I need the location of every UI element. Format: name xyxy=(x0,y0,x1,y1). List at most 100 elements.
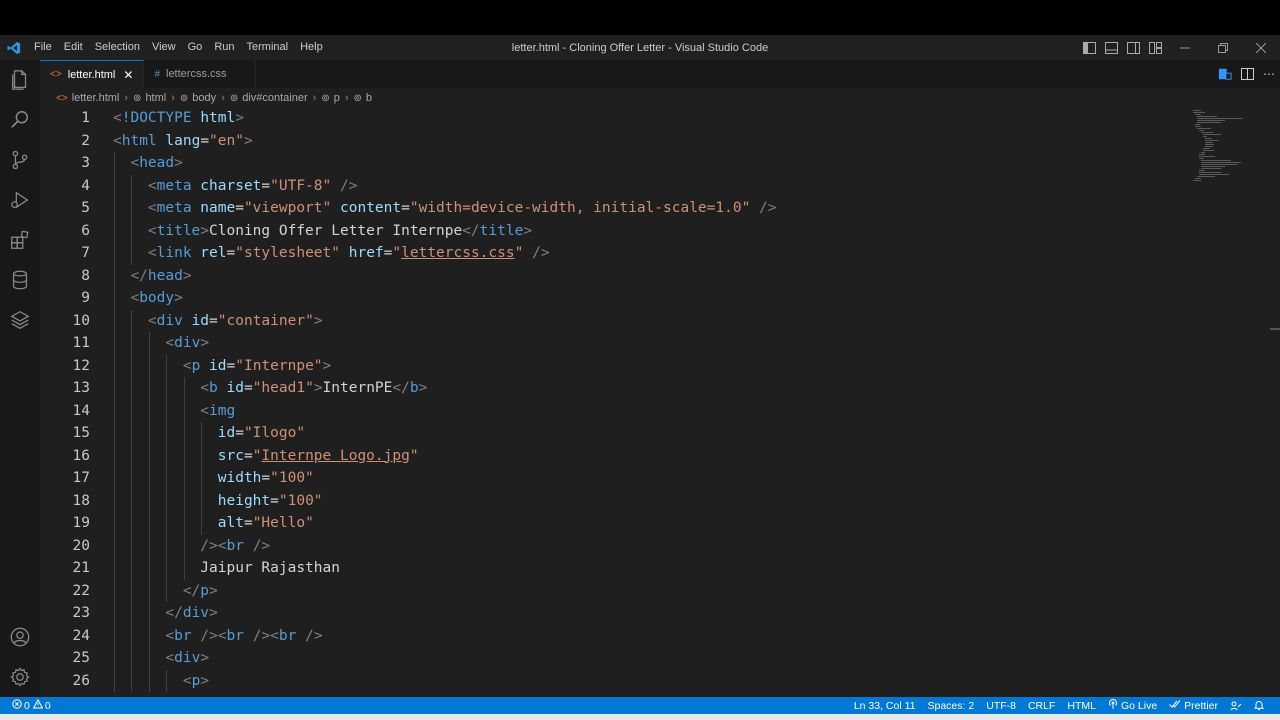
code-line[interactable]: 1 <!DOCTYPE html> xyxy=(40,108,1190,130)
more-actions-icon[interactable]: ⋯ xyxy=(1258,67,1280,81)
run-debug-icon[interactable] xyxy=(0,180,40,220)
problems-indicator[interactable]: 0 0 xyxy=(0,698,51,712)
indent-guide xyxy=(114,399,115,422)
indentation[interactable]: Spaces: 2 xyxy=(922,700,981,712)
code-line[interactable]: 10 <div id="container"> xyxy=(40,309,1190,332)
minimize-icon[interactable] xyxy=(1166,35,1204,60)
settings-gear-icon[interactable] xyxy=(0,657,40,697)
feedback-icon[interactable] xyxy=(1224,701,1248,711)
indent-guide xyxy=(148,624,150,647)
indent-guide xyxy=(114,489,115,512)
code-line[interactable]: 6 <title>Cloning Offer Letter Internpe</t… xyxy=(40,219,1190,242)
tab-lettercss-css[interactable]: # lettercss.css xyxy=(144,60,256,88)
go-live-button[interactable]: Go Live xyxy=(1102,699,1163,712)
menu-edit[interactable]: Edit xyxy=(58,35,89,60)
split-editor-icon[interactable] xyxy=(1236,68,1258,80)
prettier-label: Prettier xyxy=(1184,699,1218,712)
code-editor[interactable]: 1 <!DOCTYPE html> 2 <html lang="en"> 3 <head>… xyxy=(40,108,1280,697)
breadcrumb-item[interactable]: <> letter.html xyxy=(56,92,119,104)
code-line[interactable]: 13 <b id="head1">InternPE</b> xyxy=(40,377,1190,400)
code-line[interactable]: 9 <body> xyxy=(40,287,1190,310)
code-line[interactable]: 18 height="100" xyxy=(40,489,1190,512)
indent-guide xyxy=(166,467,168,490)
prettier-button[interactable]: Prettier xyxy=(1163,699,1224,712)
code-token: "en" xyxy=(209,132,244,149)
notifications-bell-icon[interactable] xyxy=(1248,700,1270,711)
toggle-primary-sidebar-icon[interactable] xyxy=(1078,35,1100,60)
code-line[interactable]: 17 width="100" xyxy=(40,467,1190,490)
menu-terminal[interactable]: Terminal xyxy=(241,35,295,60)
database-icon[interactable] xyxy=(0,260,40,300)
warning-count: 0 xyxy=(44,699,51,712)
code-line[interactable]: 5 <meta name="viewport" content="width=de… xyxy=(40,197,1190,220)
line-ending[interactable]: CRLF xyxy=(1022,700,1061,712)
code-text: <!DOCTYPE html> xyxy=(113,108,244,130)
code-line[interactable]: 24 <br /><br /><br /> xyxy=(40,624,1190,647)
menu-go[interactable]: Go xyxy=(182,35,209,60)
source-control-icon[interactable] xyxy=(0,140,40,180)
menu-view[interactable]: View xyxy=(146,35,182,60)
code-line[interactable]: 22 </p> xyxy=(40,579,1190,603)
breadcrumb-label: b xyxy=(365,92,373,104)
code-line[interactable]: 4 <meta charset="UTF-8" /> xyxy=(40,174,1190,197)
line-number: 9 xyxy=(81,290,90,306)
code-token: content xyxy=(340,200,402,216)
breadcrumb-item[interactable]: ⊚ p xyxy=(321,92,340,104)
open-preview-icon[interactable] xyxy=(1214,67,1236,81)
scrollbar-marker[interactable] xyxy=(1270,328,1280,330)
menu-file[interactable]: File xyxy=(28,35,58,60)
indent-guide xyxy=(183,377,185,400)
breadcrumb-item[interactable]: ⊚ b xyxy=(354,92,373,104)
indent-guide xyxy=(166,489,168,512)
close-tab-icon[interactable]: ✕ xyxy=(123,68,133,82)
code-line[interactable]: 20 /><br /> xyxy=(40,534,1190,557)
code-text: </p> xyxy=(183,580,218,603)
code-line[interactable]: 16 src="Internpe Logo.jpg" xyxy=(40,444,1190,467)
tab-letter-html[interactable]: <> letter.html ✕ xyxy=(40,60,145,88)
search-icon[interactable] xyxy=(0,100,40,140)
code-line[interactable]: 25 <div> xyxy=(40,647,1190,670)
code-line[interactable]: 12 <p id="Internpe"> xyxy=(40,354,1190,377)
menu-run[interactable]: Run xyxy=(208,35,240,60)
line-number: 17 xyxy=(72,470,90,486)
cursor-position[interactable]: Ln 33, Col 11 xyxy=(848,700,922,712)
indent-guide xyxy=(166,557,168,580)
layers-icon[interactable] xyxy=(0,300,40,340)
close-window-icon[interactable] xyxy=(1242,35,1280,60)
line-number: 5 xyxy=(81,200,90,216)
code-line[interactable]: 11 <div> xyxy=(40,332,1190,355)
account-icon[interactable] xyxy=(0,617,40,657)
code-token: < xyxy=(113,110,122,126)
code-line[interactable]: 7 <link rel="stylesheet" href="lettercss.… xyxy=(40,242,1190,265)
code-line[interactable]: 21 Jaipur Rajasthan xyxy=(40,557,1190,580)
minimap[interactable] xyxy=(1190,108,1270,188)
extensions-icon[interactable] xyxy=(0,220,40,260)
code-token: br xyxy=(278,627,297,644)
code-line[interactable]: 2 <html lang="en"> xyxy=(40,130,1190,153)
code-line[interactable]: 23 </div> xyxy=(40,602,1190,625)
menu-help[interactable]: Help xyxy=(294,35,329,60)
code-token: < xyxy=(165,627,175,644)
vscode-logo-icon xyxy=(0,35,28,60)
code-line[interactable]: 3 <head> xyxy=(40,152,1190,175)
code-line[interactable]: 14 <img xyxy=(40,399,1190,422)
code-line[interactable]: 15 id="Ilogo" xyxy=(40,422,1190,445)
code-line[interactable]: 8 </head> xyxy=(40,264,1190,287)
breadcrumb-item[interactable]: ⊚ div#container xyxy=(230,92,308,104)
explorer-icon[interactable] xyxy=(0,60,40,100)
code-line[interactable]: 26 <p> xyxy=(40,669,1190,692)
language-mode[interactable]: HTML xyxy=(1061,700,1102,712)
code-token: "Hello" xyxy=(252,515,314,531)
toggle-secondary-sidebar-icon[interactable] xyxy=(1122,35,1144,60)
toggle-panel-icon[interactable] xyxy=(1100,35,1122,60)
restore-icon[interactable] xyxy=(1204,35,1242,60)
customize-layout-icon[interactable] xyxy=(1144,35,1166,60)
breadcrumb-item[interactable]: ⊚ body xyxy=(180,92,216,104)
code-line[interactable]: 19 alt="Hello" xyxy=(40,512,1190,535)
code-token: > xyxy=(235,110,244,126)
breadcrumb-item[interactable]: ⊚ html xyxy=(133,92,166,104)
menu-selection[interactable]: Selection xyxy=(89,35,146,60)
chevron-right-icon: › xyxy=(221,92,225,104)
indent-guide xyxy=(201,444,203,467)
encoding[interactable]: UTF-8 xyxy=(980,700,1022,712)
